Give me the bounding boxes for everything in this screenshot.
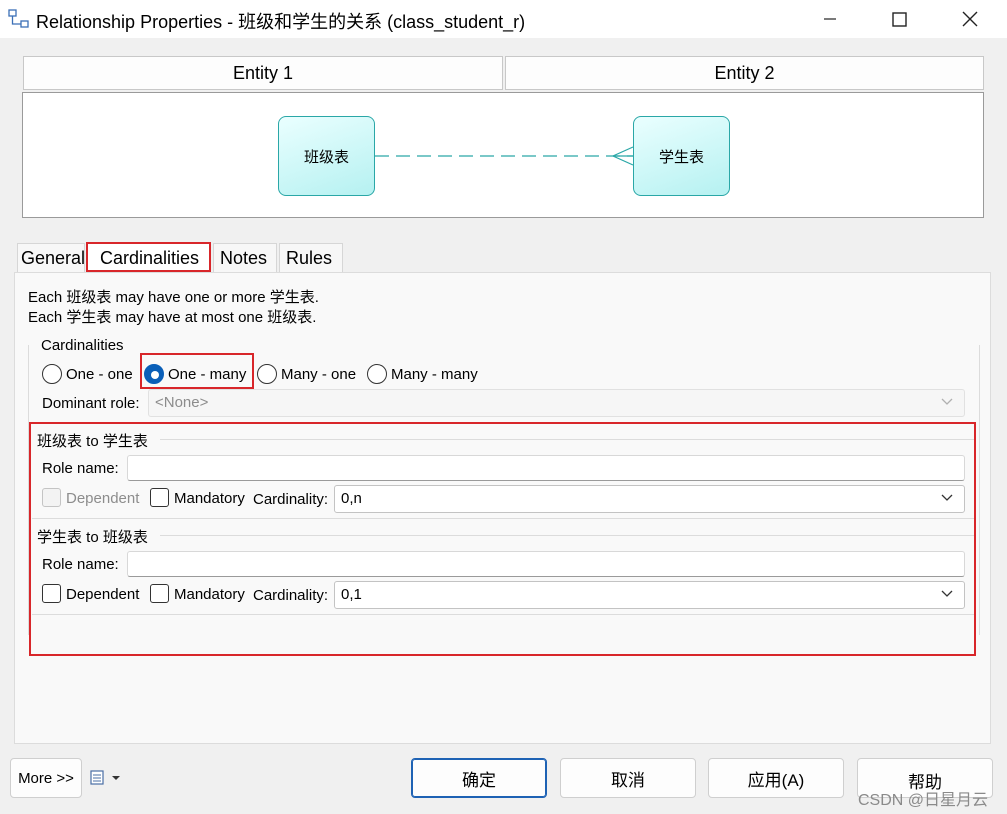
more-button[interactable]: More >> bbox=[10, 758, 82, 798]
relationship-app-icon bbox=[8, 9, 29, 28]
dominant-role-label: Dominant role: bbox=[42, 395, 140, 412]
apply-button[interactable]: 应用(A) bbox=[708, 758, 844, 798]
tab-highlight bbox=[86, 242, 211, 272]
maximize-button[interactable] bbox=[864, 0, 934, 38]
entity2-box[interactable]: 学生表 bbox=[633, 116, 730, 196]
description-line-2: Each 学生表 may have at most one 班级表. bbox=[28, 309, 317, 326]
relationship-diagram: 班级表 学生表 bbox=[22, 92, 984, 218]
radio-many-many-label[interactable]: Many - many bbox=[391, 366, 478, 383]
entity2-name: 学生表 bbox=[658, 148, 704, 166]
ok-button[interactable]: 确定 bbox=[411, 758, 547, 798]
tab-general[interactable]: General bbox=[17, 243, 85, 272]
minimize-button[interactable] bbox=[795, 0, 865, 38]
watermark: CSDN @日星月云 bbox=[858, 792, 989, 809]
entity1-header[interactable]: Entity 1 bbox=[23, 56, 503, 90]
entity1-box[interactable]: 班级表 bbox=[278, 116, 375, 196]
dominant-role-value: <None> bbox=[155, 394, 209, 411]
window-title: Relationship Properties - 班级和学生的关系 (clas… bbox=[36, 12, 526, 32]
close-icon bbox=[962, 11, 978, 27]
radio-many-one-label[interactable]: Many - one bbox=[281, 366, 356, 383]
cancel-button[interactable]: 取消 bbox=[560, 758, 696, 798]
chevron-down-icon bbox=[941, 398, 953, 405]
tab-notes[interactable]: Notes bbox=[213, 243, 277, 272]
one-many-highlight bbox=[140, 353, 254, 389]
close-button[interactable] bbox=[935, 0, 1005, 38]
dominant-role-select[interactable]: <None> bbox=[148, 389, 965, 417]
radio-many-many[interactable] bbox=[367, 364, 387, 384]
minimize-icon bbox=[824, 18, 836, 20]
title-bar[interactable]: Relationship Properties - 班级和学生的关系 (clas… bbox=[0, 0, 1007, 38]
roles-highlight bbox=[29, 422, 976, 656]
tab-rules[interactable]: Rules bbox=[279, 243, 343, 272]
radio-one-one[interactable] bbox=[42, 364, 62, 384]
document-menu-icon bbox=[90, 770, 120, 785]
radio-one-one-label[interactable]: One - one bbox=[66, 366, 133, 383]
maximize-icon bbox=[891, 11, 907, 27]
print-dropdown-button[interactable] bbox=[89, 768, 125, 788]
radio-many-one[interactable] bbox=[257, 364, 277, 384]
description-line-1: Each 班级表 may have one or more 学生表. bbox=[28, 289, 319, 306]
entity1-name: 班级表 bbox=[303, 148, 349, 166]
relationship-line bbox=[375, 146, 634, 166]
cardinalities-group-label: Cardinalities bbox=[38, 337, 127, 354]
entity2-header[interactable]: Entity 2 bbox=[505, 56, 984, 90]
